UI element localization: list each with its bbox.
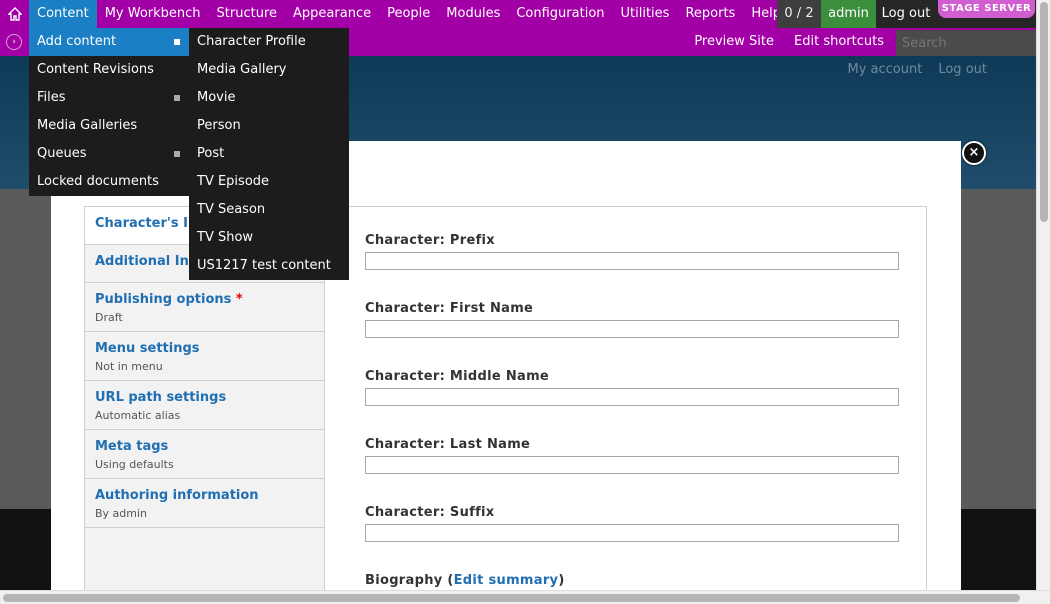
vertical-scroll-thumb[interactable] — [1040, 2, 1048, 222]
form-fields: Character: Prefix Character: First Name … — [365, 233, 905, 588]
tab-summary: Automatic alias — [95, 409, 181, 422]
toolbar-user-area: 0 / 2 admin Log out STAGE SERVER — [777, 0, 1036, 28]
submenu-indicator-icon — [174, 39, 180, 45]
submenu-indicator-icon — [174, 151, 180, 157]
tab-summary: Using defaults — [95, 458, 174, 471]
prefix-field[interactable] — [365, 252, 899, 270]
tab-publishing-options[interactable]: Publishing options * Draft — [85, 283, 324, 332]
logout-link[interactable]: Log out — [876, 0, 936, 28]
toolbar-menu: Content My Workbench Structure Appearanc… — [29, 0, 789, 28]
tab-summary: Draft — [95, 311, 123, 324]
menu-item-post[interactable]: Post — [189, 140, 349, 168]
field-label: Character: First Name — [365, 301, 534, 316]
home-icon[interactable] — [0, 0, 29, 28]
last-name-field[interactable] — [365, 456, 899, 474]
environment-area: STAGE SERVER — [936, 0, 1036, 28]
menu-item-tv-season[interactable]: TV Season — [189, 196, 349, 224]
toolbar-item-configuration[interactable]: Configuration — [508, 0, 612, 28]
user-badge[interactable]: admin — [821, 0, 876, 28]
menu-item-person[interactable]: Person — [189, 112, 349, 140]
toolbar-item-people[interactable]: People — [379, 0, 438, 28]
toolbar-item-my-workbench[interactable]: My Workbench — [97, 0, 209, 28]
field-label: Character: Suffix — [365, 505, 495, 520]
vertical-scrollbar[interactable] — [1036, 0, 1050, 590]
suffix-field[interactable] — [365, 524, 899, 542]
horizontal-scrollbar[interactable] — [0, 590, 1050, 604]
menu-item-locked-documents[interactable]: Locked documents — [29, 168, 189, 196]
submenu-indicator-icon — [174, 95, 180, 101]
my-account-link[interactable]: My account — [848, 62, 923, 77]
toolbar-item-utilities[interactable]: Utilities — [613, 0, 678, 28]
horizontal-scroll-thumb[interactable] — [3, 594, 1020, 602]
node-edit-modal: Character's Information Additional Infor… — [51, 141, 961, 604]
menu-item-media-galleries[interactable]: Media Galleries — [29, 112, 189, 140]
tab-title: Authoring information — [95, 488, 259, 503]
tab-authoring-information[interactable]: Authoring information By admin — [85, 479, 324, 528]
shortcut-links: Preview Site Edit shortcuts — [684, 28, 894, 56]
tab-title: Meta tags — [95, 439, 169, 454]
middle-name-field-group: Character: Middle Name — [365, 369, 905, 437]
search-input[interactable] — [896, 30, 1036, 56]
menu-item-files[interactable]: Files — [29, 84, 189, 112]
field-label: Character: Prefix — [365, 233, 495, 248]
tab-title: URL path settings — [95, 390, 227, 405]
edit-summary-link[interactable]: Edit summary — [454, 573, 559, 588]
menu-item-label: Locked documents — [37, 174, 159, 189]
middle-name-field[interactable] — [365, 388, 899, 406]
menu-item-character-profile[interactable]: Character Profile — [189, 28, 349, 56]
menu-item-label: Media Galleries — [37, 118, 138, 133]
required-marker: * — [235, 292, 243, 307]
paren-close: ) — [558, 573, 565, 588]
circle-chevron-icon[interactable]: › — [6, 34, 22, 50]
biography-label: Biography (Edit summary) — [365, 573, 905, 588]
menu-item-media-gallery[interactable]: Media Gallery — [189, 56, 349, 84]
close-icon[interactable]: × — [962, 141, 986, 165]
tab-menu-settings[interactable]: Menu settings Not in menu — [85, 332, 324, 381]
field-label: Character: Last Name — [365, 437, 531, 452]
header-logout-link[interactable]: Log out — [938, 62, 987, 77]
menu-item-label: Add content — [37, 34, 117, 49]
tab-meta-tags[interactable]: Meta tags Using defaults — [85, 430, 324, 479]
menu-item-label: Content Revisions — [37, 62, 154, 77]
menu-item-tv-episode[interactable]: TV Episode — [189, 168, 349, 196]
field-label: Character: Middle Name — [365, 369, 550, 384]
toolbar-item-modules[interactable]: Modules — [438, 0, 508, 28]
menu-item-tv-show[interactable]: TV Show — [189, 224, 349, 252]
environment-badge: STAGE SERVER — [938, 0, 1035, 18]
menu-item-us1217-test-content[interactable]: US1217 test content — [189, 252, 349, 280]
add-content-dropdown: Character Profile Media Gallery Movie Pe… — [189, 28, 349, 280]
tab-summary: By admin — [95, 507, 148, 520]
tab-title: Publishing options * — [95, 292, 314, 307]
last-name-field-group: Character: Last Name — [365, 437, 905, 505]
edit-shortcuts-link[interactable]: Edit shortcuts — [784, 28, 894, 56]
preview-site-link[interactable]: Preview Site — [684, 28, 784, 56]
tab-title-text: Publishing options — [95, 292, 232, 307]
admin-toolbar: Content My Workbench Structure Appearanc… — [0, 0, 1036, 28]
menu-item-add-content[interactable]: Add content — [29, 28, 189, 56]
toolbar-item-appearance[interactable]: Appearance — [285, 0, 379, 28]
tab-summary: Not in menu — [95, 360, 163, 373]
prefix-field-group: Character: Prefix — [365, 233, 905, 301]
menu-item-movie[interactable]: Movie — [189, 84, 349, 112]
header-links: My account Log out — [848, 62, 988, 77]
menu-item-label: Files — [37, 90, 66, 105]
menu-item-label: Queues — [37, 146, 87, 161]
suffix-field-group: Character: Suffix — [365, 505, 905, 573]
menu-item-content-revisions[interactable]: Content Revisions — [29, 56, 189, 84]
first-name-field[interactable] — [365, 320, 899, 338]
first-name-field-group: Character: First Name — [365, 301, 905, 369]
toolbar-item-content[interactable]: Content — [29, 0, 97, 28]
biography-label-text: Biography — [365, 573, 443, 588]
menu-item-queues[interactable]: Queues — [29, 140, 189, 168]
toolbar-item-structure[interactable]: Structure — [209, 0, 285, 28]
content-dropdown: Add content Content Revisions Files Medi… — [29, 28, 189, 196]
toolbar-item-reports[interactable]: Reports — [677, 0, 743, 28]
tab-title: Menu settings — [95, 341, 200, 356]
tab-url-path-settings[interactable]: URL path settings Automatic alias — [85, 381, 324, 430]
toolbar-counter[interactable]: 0 / 2 — [777, 0, 821, 28]
